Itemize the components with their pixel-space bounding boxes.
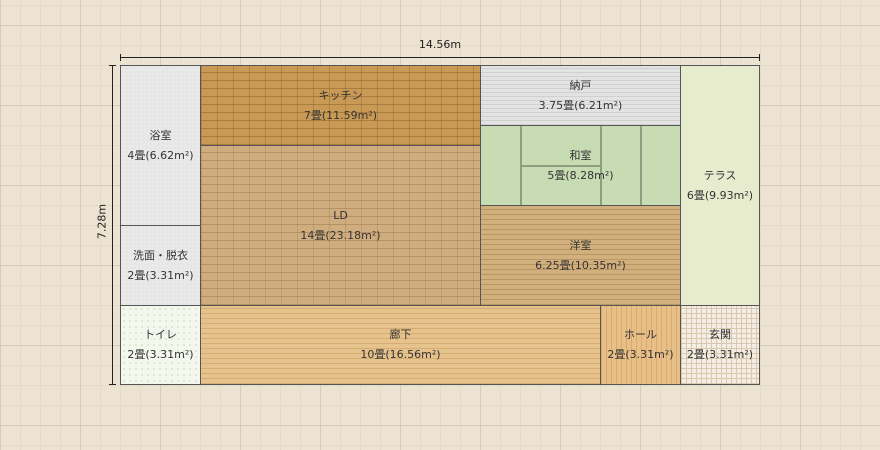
room-area: 7畳(11.59m²) xyxy=(303,108,378,122)
room-washitsu[interactable]: 和室 5畳(8.28m²) xyxy=(480,125,681,206)
room-name: 和室 xyxy=(569,148,592,162)
room-bath[interactable]: 浴室 4畳(6.62m²) xyxy=(120,65,201,226)
height-dimension-line xyxy=(109,65,116,385)
room-name: 玄関 xyxy=(709,328,731,341)
room-area: 4畳(6.62m²) xyxy=(127,148,194,162)
room-toilet[interactable]: トイレ 2畳(3.31m²) xyxy=(120,305,201,385)
room-area: 2畳(3.31m²) xyxy=(686,348,754,361)
room-name: 浴室 xyxy=(149,128,172,142)
room-entrance[interactable]: 玄関 2畳(3.31m²) xyxy=(680,305,760,385)
room-corridor[interactable]: 廊下 10畳(16.56m²) xyxy=(200,305,601,385)
room-name: 納戸 xyxy=(569,78,592,92)
room-area: 2畳(3.31m²) xyxy=(607,348,674,361)
room-name: テラス xyxy=(703,168,737,182)
room-name: トイレ xyxy=(144,328,177,341)
room-area: 14畳(23.18m²) xyxy=(300,228,381,242)
room-hall[interactable]: ホール 2畳(3.31m²) xyxy=(600,305,681,385)
room-washroom[interactable]: 洗面・脱衣 2畳(3.31m²) xyxy=(120,225,201,306)
room-area: 6.25畳(10.35m²) xyxy=(535,258,626,272)
room-area: 10畳(16.56m²) xyxy=(360,348,441,361)
floor-plan: 浴室 4畳(6.62m²) キッチン 7畳(11.59m²) 納戸 3.75畳(6.2… xyxy=(120,65,760,385)
height-dimension-label: 7.28m xyxy=(95,203,109,240)
room-area: 5畳(8.28m²) xyxy=(547,168,614,182)
room-name: キッチン xyxy=(318,88,363,102)
room-terrace[interactable]: テラス 6畳(9.93m²) xyxy=(680,65,760,306)
room-youshitsu[interactable]: 洋室 6.25畳(10.35m²) xyxy=(480,205,681,306)
room-area: 3.75畳(6.21m²) xyxy=(538,98,623,112)
width-dimension-label: 14.56m xyxy=(418,38,462,51)
room-name: LD xyxy=(333,208,348,222)
room-kitchen[interactable]: キッチン 7畳(11.59m²) xyxy=(200,65,481,146)
room-name: 洗面・脱衣 xyxy=(133,248,188,262)
room-area: 2畳(3.31m²) xyxy=(127,348,194,361)
width-dimension-line xyxy=(120,54,760,61)
room-storage[interactable]: 納戸 3.75畳(6.21m²) xyxy=(480,65,681,126)
room-name: ホール xyxy=(624,328,657,341)
room-ld[interactable]: LD 14畳(23.18m²) xyxy=(200,145,481,306)
room-area: 2畳(3.31m²) xyxy=(127,268,194,282)
room-name: 廊下 xyxy=(389,328,412,341)
room-area: 6畳(9.93m²) xyxy=(686,188,754,202)
room-name: 洋室 xyxy=(569,238,592,252)
